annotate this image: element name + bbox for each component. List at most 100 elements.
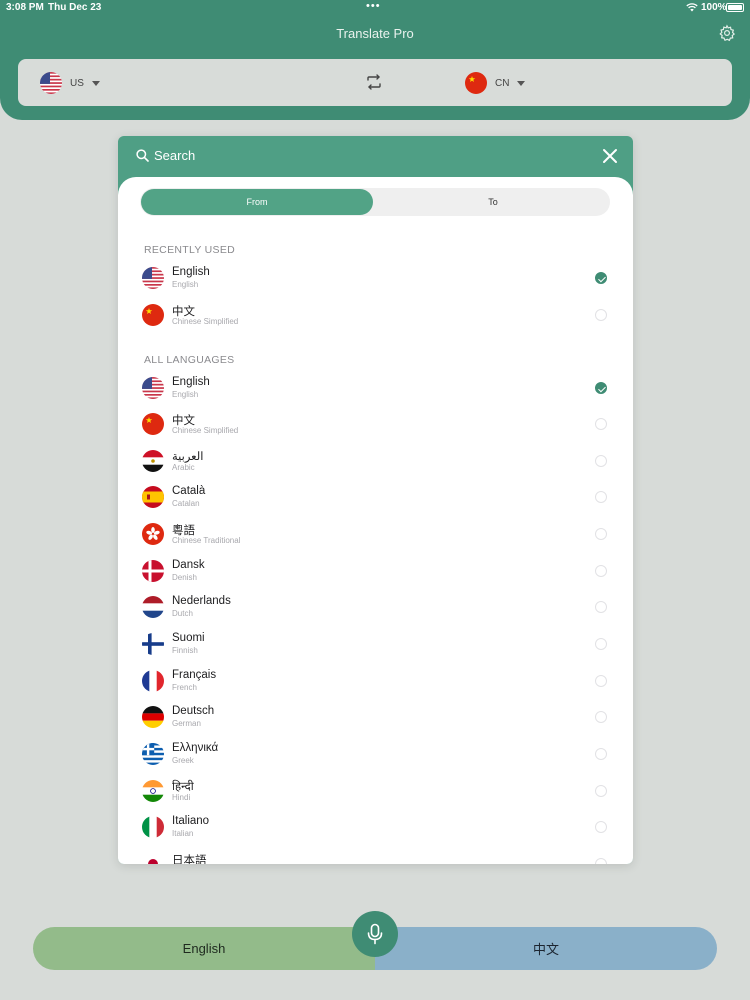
language-english-name: German <box>172 719 201 728</box>
language-row[interactable]: हिन्दी Hindi <box>142 776 612 806</box>
jp-flag-icon <box>142 853 164 864</box>
gear-icon[interactable] <box>718 24 736 42</box>
tab-to[interactable]: To <box>378 189 608 215</box>
language-row[interactable]: 日本語 <box>142 849 612 864</box>
battery-percent: 100% <box>701 2 727 13</box>
search-button[interactable]: Search <box>136 148 195 163</box>
unselected-check-icon <box>595 455 607 467</box>
language-name: हिन्दी <box>172 781 194 793</box>
language-row[interactable]: English English <box>142 373 612 403</box>
status-bar: 3:08 PM Thu Dec 23 ••• 100% <box>0 0 750 16</box>
language-name: 日本語 <box>172 855 207 864</box>
language-english-name: Finnish <box>172 646 198 655</box>
microphone-button[interactable] <box>352 911 398 957</box>
language-row[interactable]: Nederlands Dutch <box>142 592 612 622</box>
language-name: Suomi <box>172 632 205 644</box>
language-row[interactable]: 粵語 Chinese Traditional <box>142 519 612 549</box>
search-icon <box>136 149 149 162</box>
language-name: Ελληνικά <box>172 742 219 754</box>
language-row[interactable]: العربية Arabic <box>142 446 612 476</box>
target-language-code: CN <box>495 77 510 89</box>
unselected-check-icon <box>595 785 607 797</box>
us-flag-icon <box>40 72 62 94</box>
status-time: 3:08 PM <box>6 2 44 13</box>
fr-flag-icon <box>142 670 164 692</box>
cn-flag-icon <box>465 72 487 94</box>
hk-flag-icon <box>142 523 164 545</box>
unselected-check-icon <box>595 491 607 503</box>
unselected-check-icon <box>595 858 607 864</box>
target-language-selector[interactable]: CN <box>465 71 526 95</box>
source-language-code: US <box>70 77 84 89</box>
app-title: Translate Pro <box>336 26 414 41</box>
language-english-name: Denish <box>172 573 197 582</box>
language-name: Nederlands <box>172 595 231 607</box>
language-picker-modal: Search From To RECENTLY USED English Eng… <box>118 136 633 864</box>
in-flag-icon <box>142 780 164 802</box>
nl-flag-icon <box>142 596 164 618</box>
language-row[interactable]: Suomi Finnish <box>142 629 612 659</box>
language-english-name: Hindi <box>172 793 191 802</box>
close-icon[interactable] <box>602 148 618 164</box>
language-name: Deutsch <box>172 705 215 717</box>
wifi-icon <box>686 3 698 12</box>
us-flag-icon <box>142 377 164 399</box>
language-english-name: Catalan <box>172 499 200 508</box>
language-english-name: Chinese Traditional <box>172 536 241 545</box>
unselected-check-icon <box>595 675 607 687</box>
fi-flag-icon <box>142 633 164 655</box>
chevron-down-icon <box>517 80 526 86</box>
language-english-name: Chinese Simplified <box>172 317 239 326</box>
modal-header: Search <box>118 136 633 178</box>
search-label: Search <box>154 148 196 163</box>
language-english-name: Dutch <box>172 609 193 618</box>
gr-flag-icon <box>142 743 164 765</box>
unselected-check-icon <box>595 821 607 833</box>
language-name: Català <box>172 485 206 497</box>
swap-languages-icon[interactable] <box>365 73 383 91</box>
speak-target-button[interactable]: 中文 <box>375 927 717 970</box>
language-row[interactable]: 中文 Chinese Simplified <box>142 409 612 439</box>
language-name: English <box>172 266 210 278</box>
speak-source-button[interactable]: English <box>33 927 375 970</box>
language-english-name: English <box>172 280 199 289</box>
language-row[interactable]: Dansk Denish <box>142 556 612 586</box>
battery-icon <box>726 3 744 12</box>
language-english-name: English <box>172 390 199 399</box>
language-row[interactable]: Italiano Italian <box>142 812 612 842</box>
language-name: Français <box>172 669 217 681</box>
de-flag-icon <box>142 706 164 728</box>
selected-check-icon <box>595 272 607 284</box>
eg-flag-icon <box>142 450 164 472</box>
source-language-selector[interactable]: US <box>40 71 100 95</box>
unselected-check-icon <box>595 638 607 650</box>
language-name: Italiano <box>172 815 210 827</box>
es-flag-icon <box>142 486 164 508</box>
recent-language-row[interactable]: 中文 Chinese Simplified <box>142 300 612 330</box>
cn-flag-icon <box>142 304 164 326</box>
selected-check-icon <box>595 382 607 394</box>
language-english-name: Italian <box>172 829 194 838</box>
language-english-name: Chinese Simplified <box>172 426 239 435</box>
unselected-check-icon <box>595 601 607 613</box>
all-languages-heading: ALL LANGUAGES <box>144 354 235 366</box>
multitasking-dots-icon[interactable]: ••• <box>366 0 381 12</box>
language-row[interactable]: Deutsch German <box>142 702 612 732</box>
unselected-check-icon <box>595 309 607 321</box>
language-row[interactable]: Ελληνικά Greek <box>142 739 612 769</box>
language-row[interactable]: Français French <box>142 666 612 696</box>
recent-language-row[interactable]: English English <box>142 263 612 293</box>
app-header: Translate Pro US CN <box>0 0 750 120</box>
unselected-check-icon <box>595 528 607 540</box>
language-row[interactable]: Català Catalan <box>142 482 612 512</box>
chevron-down-icon <box>91 80 100 86</box>
unselected-check-icon <box>595 711 607 723</box>
unselected-check-icon <box>595 748 607 760</box>
language-english-name: Greek <box>172 756 194 765</box>
recently-used-heading: RECENTLY USED <box>144 244 236 256</box>
language-english-name: Arabic <box>172 463 195 472</box>
tab-from[interactable]: From <box>141 189 373 215</box>
unselected-check-icon <box>595 418 607 430</box>
dk-flag-icon <box>142 560 164 582</box>
cn-flag-icon <box>142 413 164 435</box>
